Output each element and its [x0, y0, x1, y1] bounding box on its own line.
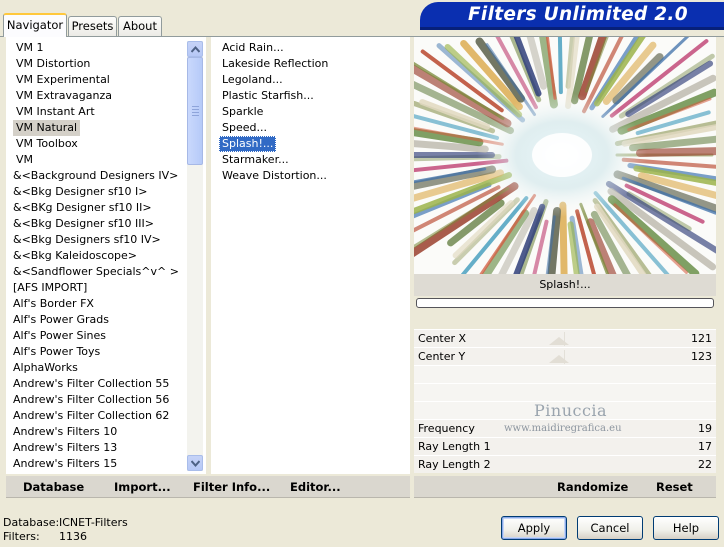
category-item[interactable]: Andrew's Filter Collection 62 [10, 408, 172, 424]
scroll-thumb[interactable] [187, 57, 203, 165]
category-item[interactable]: Alf's Border FX [10, 296, 97, 312]
scroll-up-button[interactable] [187, 41, 203, 57]
database-value: ICNET-Filters [59, 516, 128, 529]
category-item[interactable]: &<Sandflower Specials^v^ > [10, 264, 182, 280]
category-list[interactable]: VM 1 VM Distortion VM Experimental VM Extra… [6, 37, 206, 474]
splash-preview-graphic [414, 37, 716, 274]
category-item[interactable]: Andrew's Filters 13 [10, 440, 120, 456]
category-item[interactable]: AlphaWorks [10, 360, 81, 376]
tab-label: About [122, 19, 157, 33]
category-item[interactable]: Andrew's Filters 10 [10, 424, 120, 440]
param-label: Ray Length 2 [418, 458, 491, 471]
filter-item[interactable]: Sparkle [219, 104, 266, 120]
param-empty-row [414, 365, 716, 383]
category-item[interactable]: Andrew's Filter Collection 56 [10, 392, 172, 408]
param-label: Ray Length 1 [418, 440, 491, 453]
database-label: Database: [3, 516, 60, 529]
tab-label: Presets [71, 19, 114, 33]
category-item[interactable]: Andrew's Filter Collection 55 [10, 376, 172, 392]
param-value: 121 [691, 332, 712, 345]
category-item[interactable]: Alf's Power Grads [10, 312, 112, 328]
help-button[interactable]: Help [653, 516, 719, 540]
tab-navigator[interactable]: Navigator [3, 13, 67, 37]
param-value: 17 [698, 440, 712, 453]
param-ray-length-1[interactable]: Ray Length 1 17 [414, 437, 716, 455]
scroll-down-button[interactable] [187, 455, 203, 471]
selected-filter-name: Splash!... [414, 274, 716, 296]
category-item[interactable]: VM Extravaganza [13, 88, 115, 104]
category-item[interactable]: &<Bkg Designers sf10 IV> [10, 232, 164, 248]
filter-item[interactable]: Lakeside Reflection [219, 56, 331, 72]
grip-line [192, 115, 199, 116]
category-item[interactable]: &<Bkg Designer sf10 I> [10, 184, 151, 200]
import-button[interactable]: Import... [114, 480, 171, 494]
category-scrollbar[interactable] [187, 41, 203, 471]
apply-button[interactable]: Apply [501, 516, 567, 540]
category-item[interactable]: [AFS IMPORT] [10, 280, 90, 296]
app-title: Filters Unlimited 2.0 [468, 4, 688, 25]
grip-line [192, 109, 199, 110]
category-item[interactable]: VM 1 [13, 40, 47, 56]
filters-count-label: Filters: [3, 530, 40, 543]
filter-item[interactable]: Weave Distortion... [219, 168, 330, 184]
grip-line [192, 106, 199, 107]
param-label: Center X [418, 332, 467, 345]
watermark-url: www.maidiregrafica.eu [504, 423, 622, 434]
param-label: Center Y [418, 350, 466, 363]
filter-list[interactable]: Acid Rain... Lakeside Reflection Legoland.… [211, 37, 410, 474]
randomize-button[interactable]: Randomize [557, 480, 628, 494]
filter-item[interactable]: Acid Rain... [219, 40, 287, 56]
filter-info-button[interactable]: Filter Info... [193, 480, 270, 494]
grip-line [192, 112, 199, 113]
chevron-up-icon [191, 46, 200, 53]
reset-button[interactable]: Reset [656, 480, 693, 494]
filter-item[interactable]: Speed... [219, 120, 270, 136]
splash-ray [557, 37, 563, 95]
category-item[interactable]: Alf's Power Toys [10, 344, 103, 360]
category-item[interactable]: VM [13, 152, 36, 168]
param-ray-length-2[interactable]: Ray Length 2 22 [414, 455, 716, 473]
category-item[interactable]: &<Bkg Kaleidoscope> [10, 248, 140, 264]
category-item[interactable]: &<Background Designers IV> [10, 168, 181, 184]
params-toolbar: Randomize Reset [414, 476, 716, 498]
database-button[interactable]: Database [23, 480, 84, 494]
filter-item[interactable]: Starmaker... [219, 152, 292, 168]
filters-count-value: 1136 [59, 530, 87, 543]
category-item[interactable]: Andrew's Filters 15 [10, 456, 120, 472]
category-item[interactable]: VM Experimental [13, 72, 113, 88]
chevron-down-icon [191, 460, 200, 467]
splash-ray [635, 147, 716, 158]
param-value: 22 [698, 458, 712, 471]
tab-label: Navigator [6, 18, 64, 32]
param-value: 19 [698, 422, 712, 435]
tab-presets[interactable]: Presets [68, 16, 117, 36]
editor-button[interactable]: Editor... [290, 480, 341, 494]
category-item[interactable]: &<BKg Designer sf10 II> [10, 200, 155, 216]
category-item[interactable]: &<Bkg Designer sf10 III> [10, 216, 157, 232]
param-label: Frequency [418, 422, 475, 435]
filter-item[interactable]: Splash!... [219, 136, 277, 152]
progress-bar [416, 298, 714, 308]
param-empty-row [414, 383, 716, 401]
category-item[interactable]: VM Toolbox [13, 136, 81, 152]
list-toolbar: Database Import... Filter Info... Editor… [6, 476, 410, 498]
tab-about[interactable]: About [118, 16, 162, 36]
category-item[interactable]: VM Instant Art [13, 104, 98, 120]
category-item[interactable]: VM Natural [13, 120, 81, 136]
preview-image[interactable] [414, 37, 716, 274]
filter-item[interactable]: Plastic Starfish... [219, 88, 317, 104]
watermark-name: Pinuccia [534, 401, 608, 420]
category-item[interactable]: Alf's Power Sines [10, 328, 109, 344]
cancel-button[interactable]: Cancel [577, 516, 643, 540]
slider-thumb-icon[interactable] [548, 337, 570, 365]
category-item[interactable]: VM Distortion [13, 56, 93, 72]
filter-item[interactable]: Legoland... [219, 72, 286, 88]
param-value: 123 [691, 350, 712, 363]
